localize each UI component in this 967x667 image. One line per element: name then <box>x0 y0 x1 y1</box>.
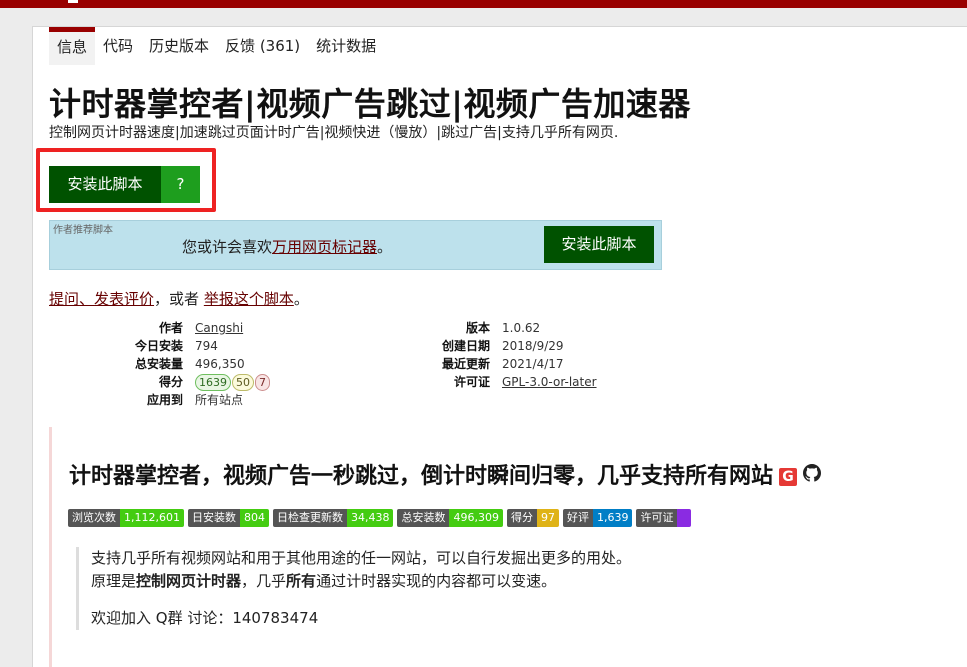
total-installs-label: 总安装量 <box>134 357 183 371</box>
update-checks-badge[interactable]: 日检查更新数 34,438 <box>272 509 394 527</box>
meta-right-values: 1.0.62 2018/9/29 2021/4/17 GPL-3.0-or-la… <box>502 319 702 391</box>
greasyfork-g-icon[interactable]: G <box>779 468 798 486</box>
version-value: 1.0.62 <box>502 321 541 335</box>
post-review-link[interactable]: 发表评价 <box>94 290 154 308</box>
daily-installs-value: 794 <box>195 339 218 353</box>
install-script-button[interactable]: 安装此脚本 <box>49 166 161 203</box>
description-title-text: 计时器掌控者，视频广告一秒跳过，倒计时瞬间归零，几乎支持所有网站 <box>69 464 774 489</box>
recommended-script-link[interactable]: 万用网页标记器 <box>272 238 377 256</box>
top-header-bar <box>0 0 967 8</box>
applies-to-value: 所有站点 <box>195 393 244 407</box>
line2-part-c: ，几乎 <box>241 572 287 590</box>
badge-label: 浏览次数 <box>68 509 120 527</box>
tab-stats[interactable]: 统计数据 <box>308 27 384 65</box>
meta-left: 作者 今日安装 总安装量 得分 应用到 <box>33 319 183 409</box>
badge-value: 1,112,601 <box>120 509 184 527</box>
tab-code[interactable]: 代码 <box>95 27 141 65</box>
updated-date-label: 最近更新 <box>441 357 490 371</box>
good-reviews-badge[interactable]: 好评 1,639 <box>562 509 633 527</box>
updated-date-value: 2021/4/17 <box>502 357 564 371</box>
daily-installs-label: 今日安装 <box>134 339 183 353</box>
badge-value: 804 <box>239 509 269 527</box>
author-recommendation-box: 作者推荐脚本 您或许会喜欢万用网页标记器。 安装此脚本 <box>49 220 662 270</box>
badge-value <box>677 509 692 527</box>
badge-value: 1,639 <box>592 509 633 527</box>
report-script-link[interactable]: 举报这个脚本 <box>204 290 294 308</box>
created-date-label: 创建日期 <box>441 339 490 353</box>
license-link[interactable]: GPL-3.0-or-later <box>502 373 597 391</box>
bad-rating-count: 7 <box>255 374 270 391</box>
license-label: 许可证 <box>453 375 490 389</box>
author-label: 作者 <box>158 321 183 335</box>
rating-label: 得分 <box>158 375 183 389</box>
line2-part-e: 通过计时器实现的内容都可以变速。 <box>316 572 557 590</box>
stats-badges: 浏览次数 1,112,601 日安装数 804 日检查更新数 34,438 总安装数 4… <box>68 509 692 527</box>
badge-label: 日安装数 <box>187 509 240 527</box>
author-link[interactable]: Cangshi <box>195 319 243 337</box>
views-badge[interactable]: 浏览次数 1,112,601 <box>68 509 184 527</box>
line2-bold-d: 所有 <box>286 572 317 590</box>
description-line-1: 支持几乎所有视频网站和用于其他用途的任一网站，可以自行发掘出更多的用处。 <box>91 549 632 567</box>
script-info-card: 信息 代码 历史版本 反馈 (361) 统计数据 计时器掌控者|视频广告跳过|视… <box>32 26 967 667</box>
badge-label: 日检查更新数 <box>272 509 347 527</box>
good-rating-count: 1639 <box>195 374 231 391</box>
applies-to-label: 应用到 <box>146 393 183 407</box>
description-title: 计时器掌控者，视频广告一秒跳过，倒计时瞬间归零，几乎支持所有网站 G <box>69 458 822 490</box>
daily-installs-badge[interactable]: 日安装数 804 <box>187 509 269 527</box>
badge-label: 好评 <box>562 509 593 527</box>
ok-rating-count: 50 <box>232 374 254 391</box>
script-tabs: 信息 代码 历史版本 反馈 (361) 统计数据 <box>49 27 384 65</box>
line2-bold-b: 控制网页计时器 <box>136 572 242 590</box>
github-icon[interactable] <box>803 463 822 488</box>
feedback-line: 提问、发表评价，或者 举报这个脚本。 <box>49 288 309 309</box>
description-quote: 支持几乎所有视频网站和用于其他用途的任一网站，可以自行发掘出更多的用处。 原理是… <box>76 547 631 630</box>
recommendation-suffix: 。 <box>377 238 393 256</box>
version-label: 版本 <box>465 321 490 335</box>
total-installs-value: 496,350 <box>195 357 245 371</box>
rating-pills: 1639 50 7 <box>195 373 271 391</box>
badge-label: 许可证 <box>636 509 678 527</box>
badge-value: 34,438 <box>346 509 394 527</box>
script-description: 计时器掌控者，视频广告一秒跳过，倒计时瞬间归零，几乎支持所有网站 G 浏览次数 1,… <box>49 427 962 667</box>
recommendation-text: 您或许会喜欢万用网页标记器。 <box>182 236 392 257</box>
total-installs-badge[interactable]: 总安装数 496,309 <box>397 509 503 527</box>
badge-value: 97 <box>536 509 559 527</box>
install-help-button[interactable]: ? <box>161 166 200 203</box>
badge-label: 得分 <box>506 509 537 527</box>
line2-part-a: 原理是 <box>91 572 137 590</box>
tab-history[interactable]: 历史版本 <box>141 27 217 65</box>
recommendation-prefix: 您或许会喜欢 <box>182 238 273 256</box>
ask-question-link[interactable]: 提问 <box>49 290 79 308</box>
meta-right: 版本 创建日期 最近更新 许可证 <box>333 319 490 391</box>
script-title: 计时器掌控者|视频广告跳过|视频广告加速器 <box>49 85 691 123</box>
badge-value: 496,309 <box>449 509 503 527</box>
site-logo-fragment[interactable] <box>68 0 78 3</box>
meta-left-values: Cangshi 794 496,350 1639 50 7 所有站点 <box>195 319 355 409</box>
feedback-separator: 、 <box>79 290 95 308</box>
feedback-end: 。 <box>293 290 309 308</box>
description-line-2: 原理是控制网页计时器，几乎所有通过计时器实现的内容都可以变速。 <box>91 570 631 593</box>
tab-feedback[interactable]: 反馈 (361) <box>217 27 308 65</box>
script-subtitle: 控制网页计时器速度|加速跳过页面计时广告|视频快进（慢放）|跳过广告|支持几乎所… <box>49 125 619 141</box>
recommendation-label: 作者推荐脚本 <box>53 225 113 236</box>
badge-label: 总安装数 <box>397 509 450 527</box>
tab-info[interactable]: 信息 <box>49 27 96 65</box>
created-date-value: 2018/9/29 <box>502 339 564 353</box>
description-line-3: 欢迎加入 Q群 讨论：140783474 <box>91 609 319 627</box>
score-badge[interactable]: 得分 97 <box>506 509 559 527</box>
feedback-or: ，或者 <box>154 290 204 308</box>
license-badge[interactable]: 许可证 <box>636 509 692 527</box>
install-recommended-button[interactable]: 安装此脚本 <box>544 226 654 263</box>
